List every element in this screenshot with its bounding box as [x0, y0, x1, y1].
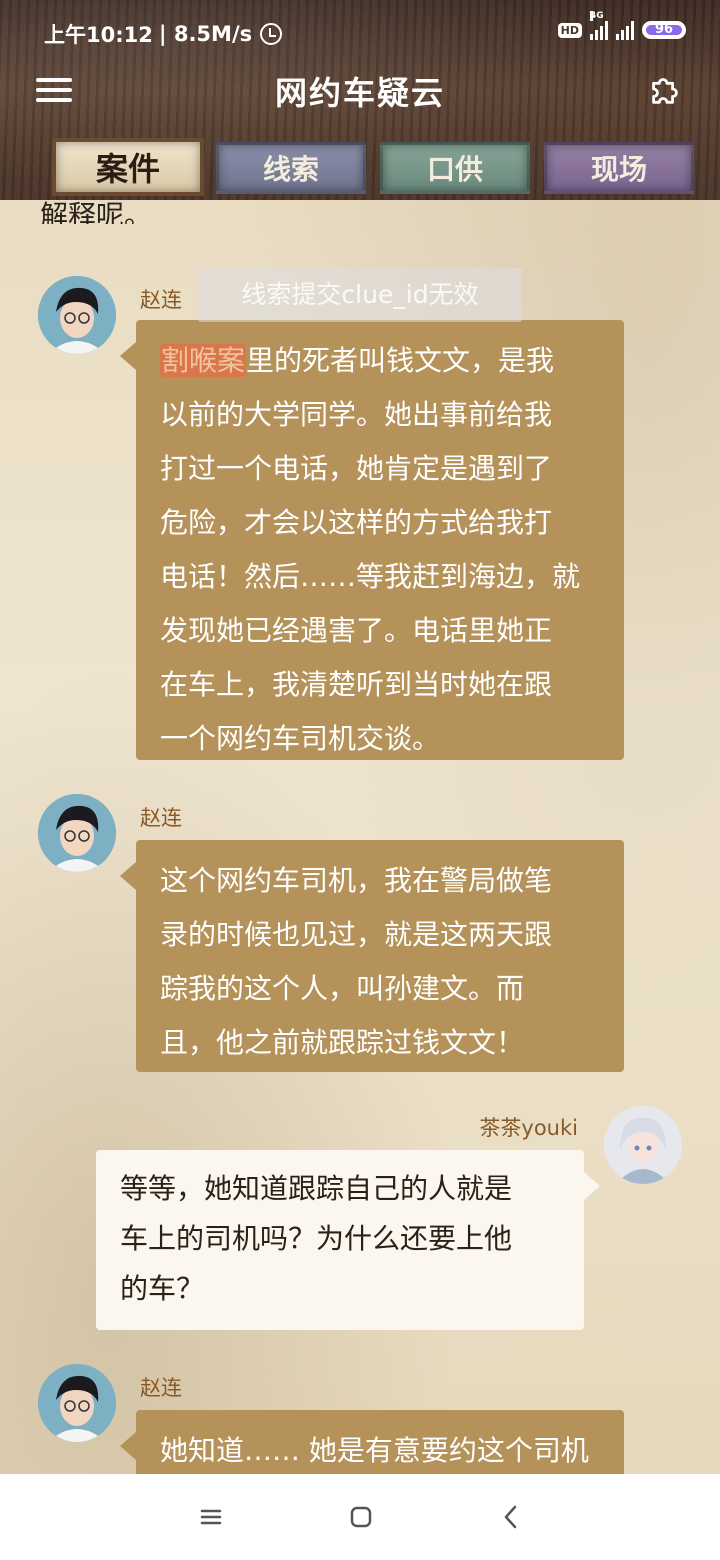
message-line: 且，他之前就跟踪过钱文文！ [160, 1026, 525, 1059]
npc-avatar-icon [38, 794, 116, 872]
battery-icon: 96 [642, 21, 686, 39]
avatar[interactable] [38, 794, 116, 872]
chat-bubble-npc: 这个网约车司机，我在警局做笔 录的时候也见过，就是这两天跟 踪我的这个人，叫孙建… [120, 840, 624, 1072]
status-left: 上午10:12 | 8.5M/s [44, 19, 283, 49]
message-line: 这个网约车司机，我在警局做笔 [160, 864, 553, 897]
message-line: 在车上，我清楚听到当时她在跟 [160, 668, 553, 701]
message-line: 等等，她知道跟踪自己的人就是 [120, 1172, 513, 1205]
toast-message: 线索提交clue_id无效 [198, 268, 522, 322]
home-icon[interactable] [346, 1502, 376, 1532]
tab-bar: 案件 线索 口供 现场 [0, 136, 720, 200]
user-avatar-icon [604, 1106, 682, 1184]
tab-scene[interactable]: 现场 [544, 142, 694, 194]
recent-apps-icon[interactable] [196, 1502, 226, 1532]
message-line: 踪我的这个人，叫孙建文。而 [160, 972, 525, 1005]
network-label: 4G [590, 11, 604, 21]
tab-case[interactable]: 案件 [52, 138, 204, 196]
npc-avatar-icon [38, 276, 116, 354]
signal-icon [616, 20, 634, 40]
nav-row: 网约车疑云 [0, 62, 720, 118]
sender-name: 赵连 [140, 1376, 182, 1400]
cut-off-text: 解释呢。 [40, 200, 153, 224]
alarm-icon [260, 23, 283, 45]
clue-keyword[interactable]: 割喉案 [160, 344, 247, 377]
chat-area[interactable]: 解释呢。 赵连 割喉案里的死者叫钱文文，是我 以前的大学同学。她出事前给我 打过… [0, 200, 720, 1474]
user-avatar[interactable] [604, 1106, 682, 1184]
message-line: 一个网约车司机交谈。 [160, 722, 441, 755]
status-speed: | 8.5M/s [158, 22, 253, 46]
message-line: 危险，才会以这样的方式给我打 [160, 506, 553, 539]
message-text: 里的死者叫钱文文，是我 [246, 344, 555, 377]
page-title: 网约车疑云 [274, 74, 445, 112]
message-line: 电话！然后……等我赶到海边，就 [160, 560, 581, 593]
tab-clues[interactable]: 线索 [216, 142, 366, 194]
puzzle-icon[interactable] [646, 70, 684, 108]
message-line: 录的时候也见过，就是这两天跟 [160, 918, 553, 951]
message-line: 车上的司机吗？为什么还要上他 [120, 1222, 513, 1255]
sender-name: 赵连 [140, 288, 182, 312]
message-line: 的车？ [120, 1272, 205, 1305]
avatar[interactable] [38, 1364, 116, 1442]
message-line: 打过一个电话，她肯定是遇到了 [160, 452, 553, 485]
tab-testimony[interactable]: 口供 [380, 142, 530, 194]
status-bar: 上午10:12 | 8.5M/s HD 4G 96 [0, 0, 720, 62]
npc-avatar-icon [38, 1364, 116, 1442]
signal-4g-icon: 4G [590, 11, 608, 40]
status-time: 上午10:12 [44, 23, 153, 47]
back-icon[interactable] [496, 1502, 526, 1532]
message-line: 她知道…… 她是有意要约这个司机 [160, 1434, 589, 1467]
message-line: 以前的大学同学。她出事前给我 [160, 398, 553, 431]
avatar[interactable] [38, 276, 116, 354]
message-line: 发现她已经遇害了。电话里她正 [160, 614, 553, 647]
chat-bubble-npc: 割喉案里的死者叫钱文文，是我 以前的大学同学。她出事前给我 打过一个电话，她肯定… [120, 320, 624, 760]
battery-level: 96 [654, 22, 674, 37]
chat-bubble-npc: 她知道…… 她是有意要约这个司机 [120, 1410, 624, 1474]
system-nav-bar [0, 1474, 720, 1560]
chat-bubble-user: 等等，她知道跟踪自己的人就是 车上的司机吗？为什么还要上他 的车？ [96, 1150, 600, 1330]
app-header: 上午10:12 | 8.5M/s HD 4G 96 网约车疑云 案件 线索 口供… [0, 0, 720, 200]
hd-badge: HD [557, 22, 582, 38]
message-line: 割喉案里的死者叫钱文文，是我 [160, 334, 600, 388]
status-right: HD 4G 96 [557, 11, 686, 40]
sender-name: 茶茶youki [479, 1116, 578, 1140]
sender-name: 赵连 [140, 806, 182, 830]
